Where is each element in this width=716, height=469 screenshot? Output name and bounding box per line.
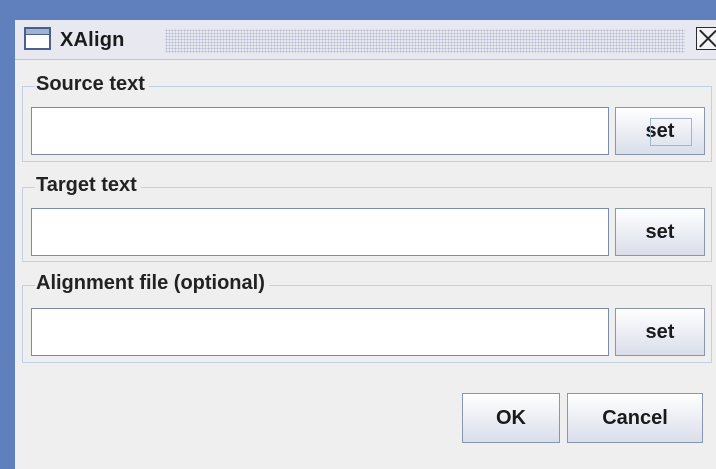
alignment-set-button[interactable]: set [615, 308, 705, 356]
alignment-file-group: Alignment file (optional) set [22, 272, 712, 363]
source-text-label: Source text [35, 73, 149, 96]
source-text-input[interactable] [31, 107, 609, 155]
target-set-button[interactable]: set [615, 208, 705, 256]
source-text-group: Source text set [22, 73, 712, 162]
window-icon [24, 27, 51, 50]
close-icon[interactable] [696, 27, 716, 50]
cancel-button[interactable]: Cancel [567, 393, 703, 443]
alignment-file-input[interactable] [31, 308, 609, 356]
target-text-input[interactable] [31, 208, 609, 256]
source-set-button[interactable]: set [615, 107, 705, 155]
window-title: XAlign [60, 29, 125, 51]
target-text-group: Target text set [22, 174, 712, 262]
title-bar-grip [165, 29, 685, 53]
title-bar[interactable]: XAlign [15, 20, 716, 60]
target-text-label: Target text [35, 174, 141, 197]
alignment-file-label: Alignment file (optional) [35, 272, 269, 295]
ok-button[interactable]: OK [462, 393, 560, 443]
